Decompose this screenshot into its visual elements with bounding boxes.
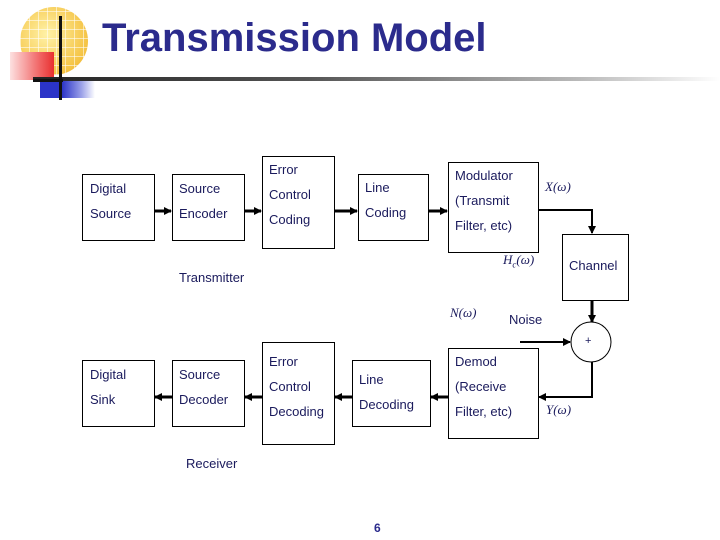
block-label-line: Decoding: [359, 397, 414, 412]
block-label-line: Filter, etc): [455, 218, 513, 233]
wire-modulator-to-channel: [538, 209, 596, 234]
block-label-line: (Receive: [455, 379, 507, 394]
block-label-line: (Transmit: [455, 193, 510, 208]
block-label-line: Decoding: [269, 404, 324, 419]
block-label-line: Digital: [90, 181, 127, 196]
block-label-line: Digital: [90, 367, 127, 382]
block-label-line: Sink: [90, 392, 116, 407]
block-digital-sink: Digital Sink: [82, 360, 155, 427]
block-label-line: Source: [179, 181, 221, 196]
block-label-line: Source: [179, 367, 221, 382]
block-modulator: Modulator (Transmit Filter, etc): [448, 162, 539, 253]
signal-y-label: Y(ω): [546, 402, 572, 417]
block-demod: Demod (Receive Filter, etc): [448, 348, 539, 439]
block-digital-source: Digital Source: [82, 174, 155, 241]
block-error-control-decoding: Error Control Decoding: [262, 342, 335, 445]
signal-x-label: X(ω): [545, 179, 571, 194]
block-label-line: Error: [269, 162, 298, 177]
block-source-encoder: Source Encoder: [172, 174, 245, 241]
block-label-line: Coding: [269, 212, 311, 227]
block-source-decoder: Source Decoder: [172, 360, 245, 427]
block-label-line: Demod: [455, 354, 497, 369]
block-label-line: Error: [269, 354, 298, 369]
signal-n-label: N(ω): [450, 305, 477, 320]
channel-label: Channel: [569, 258, 618, 273]
block-label-line: Decoder: [179, 392, 229, 407]
page-number: 6: [374, 521, 381, 535]
block-label-line: Control: [269, 187, 311, 202]
block-label-line: Line: [359, 372, 384, 387]
block-label-line: Source: [90, 206, 132, 221]
transmitter-label: Transmitter: [179, 270, 245, 285]
block-error-control-coding: Error Control Coding: [262, 156, 335, 249]
noise-label: Noise: [509, 312, 543, 327]
wire-adder-to-demod: [538, 362, 593, 401]
hc-main: H: [503, 252, 513, 267]
block-label-line: Filter, etc): [455, 404, 513, 419]
block-label-line: Line: [365, 180, 390, 195]
block-channel: Channel: [562, 234, 629, 301]
adder-plus-symbol: +: [585, 335, 592, 347]
block-label-line: Control: [269, 379, 311, 394]
receiver-label: Receiver: [186, 456, 238, 471]
block-label-line: Encoder: [179, 206, 228, 221]
signal-hc-label: Hc(ω): [503, 252, 534, 270]
block-line-coding: Line Coding: [358, 174, 429, 241]
block-label-line: Coding: [365, 205, 407, 220]
hc-tail: (ω): [516, 252, 535, 267]
block-label-line: Modulator: [455, 168, 513, 183]
block-line-decoding: Line Decoding: [352, 360, 431, 427]
